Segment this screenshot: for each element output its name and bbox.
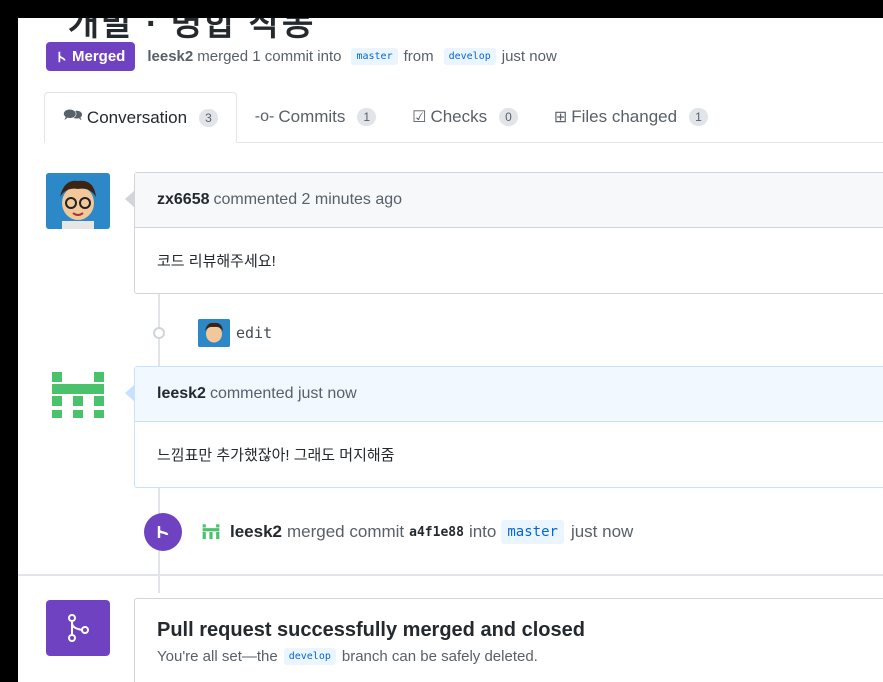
tab-label: Files changed xyxy=(571,107,678,126)
comment-body: 느낌표만 추가했잖아! 그래도 머지해줌 xyxy=(157,447,395,464)
comment-timestamp: commented just now xyxy=(209,385,357,402)
merge-text: merged commit xyxy=(287,522,405,541)
merge-event: leesk2 merged commit a4f1e88 into master… xyxy=(144,513,633,551)
comment: zx6658 commented 2 minutes ago 코드 리뷰해주세요… xyxy=(134,172,883,294)
merge-sub-prefix: You're all set—the xyxy=(157,648,278,665)
git-merge-icon xyxy=(144,513,182,551)
avatar-image xyxy=(46,173,110,229)
merge-time: just now xyxy=(570,522,634,541)
file-diff-icon: ⊞ xyxy=(553,109,568,126)
tab-conversation[interactable]: 🗪 Conversation 3 xyxy=(44,92,237,143)
avatar[interactable] xyxy=(46,368,110,424)
avatar[interactable] xyxy=(198,319,230,347)
commit-sha-link[interactable]: a4f1e88 xyxy=(409,525,464,540)
git-merge-icon xyxy=(46,600,110,656)
comment-header: leesk2 commented just now xyxy=(135,367,883,422)
tab-label: Checks xyxy=(430,107,488,126)
checklist-icon: ☑ xyxy=(412,109,427,126)
merged-badge: Merged xyxy=(46,42,136,71)
merge-user-link[interactable]: leesk2 xyxy=(230,522,282,542)
commit-event: edit xyxy=(153,318,272,348)
timeline-divider xyxy=(18,574,883,576)
identicon-avatar xyxy=(202,524,220,540)
git-commit-icon xyxy=(153,327,165,339)
status-from-text: from xyxy=(403,48,434,65)
status-merged-text: merged 1 commit into xyxy=(197,48,342,65)
pr-tabs: 🗪 Conversation 3 -o- Commits 1 ☑ Checks … xyxy=(44,92,883,143)
merge-sub-branch[interactable]: develop xyxy=(283,648,336,665)
head-branch[interactable]: develop xyxy=(443,48,496,65)
base-branch[interactable]: master xyxy=(351,48,398,65)
merge-into-text: into xyxy=(468,522,497,541)
merged-badge-label: Merged xyxy=(72,48,126,65)
status-user-link[interactable]: leesk2 xyxy=(147,48,193,65)
tab-count: 1 xyxy=(357,108,377,126)
pr-status-row: Merged leesk2 merged 1 commit into maste… xyxy=(46,42,561,71)
git-merge-icon xyxy=(58,51,66,62)
merge-status-title: Pull request successfully merged and clo… xyxy=(157,619,585,641)
tab-commits[interactable]: -o- Commits 1 xyxy=(237,92,394,142)
comment-header: zx6658 commented 2 minutes ago xyxy=(135,173,883,228)
comment-discussion-icon: 🗪 xyxy=(63,107,83,124)
pull-request-page: 개발 · 병합 작동 Merged leesk2 merged 1 commit… xyxy=(18,18,883,682)
merge-status-box: Pull request successfully merged and clo… xyxy=(134,598,883,682)
page-title: 개발 · 병합 작동 xyxy=(68,18,316,43)
comment-body: 코드 리뷰해주세요! xyxy=(157,253,276,270)
tab-files-changed[interactable]: ⊞ Files changed 1 xyxy=(536,92,726,142)
tab-count: 0 xyxy=(499,108,518,126)
merge-status-subtitle: You're all set—the develop branch can be… xyxy=(157,648,883,665)
commit-message-link[interactable]: edit xyxy=(236,324,272,342)
identicon-avatar xyxy=(46,368,110,424)
status-time: just now xyxy=(501,48,557,65)
comment-author[interactable]: leesk2 xyxy=(157,385,206,403)
comment: leesk2 commented just now 느낌표만 추가했잖아! 그래… xyxy=(134,366,883,488)
git-commit-icon: -o- xyxy=(254,108,275,125)
tab-checks[interactable]: ☑ Checks 0 xyxy=(394,92,536,142)
tab-label: Commits xyxy=(278,107,346,126)
comment-timestamp: commented 2 minutes ago xyxy=(213,191,403,208)
merge-branch[interactable]: master xyxy=(501,520,564,544)
tab-count: 1 xyxy=(689,108,708,126)
merge-sub-suffix: branch can be safely deleted. xyxy=(341,648,538,665)
comment-author[interactable]: zx6658 xyxy=(157,191,210,209)
avatar-image xyxy=(198,319,230,347)
tab-label: Conversation xyxy=(86,107,188,127)
tab-count: 3 xyxy=(199,108,218,127)
avatar[interactable] xyxy=(46,173,110,229)
